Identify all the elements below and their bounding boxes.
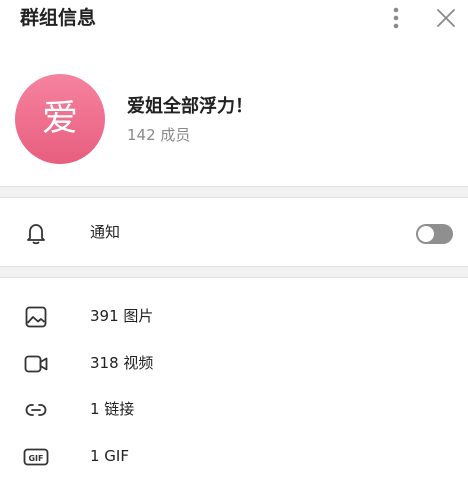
- page-title: 群组信息: [20, 7, 97, 29]
- panel-header: 群组信息: [0, 0, 468, 36]
- more-options-button[interactable]: [384, 4, 408, 32]
- media-row-videos[interactable]: 318 视频: [0, 341, 468, 385]
- media-row-links[interactable]: 1 链接: [0, 387, 468, 431]
- video-icon: [24, 355, 48, 373]
- notifications-toggle[interactable]: [416, 224, 453, 244]
- links-count: 1 链接: [90, 400, 135, 418]
- svg-text:GIF: GIF: [28, 454, 43, 463]
- gif-icon: GIF: [23, 448, 49, 466]
- member-count[interactable]: 142 成员: [127, 125, 190, 145]
- toggle-knob: [418, 226, 434, 242]
- group-name: 爱姐全部浮力！: [127, 96, 253, 117]
- photos-count: 391 图片: [90, 307, 154, 325]
- avatar[interactable]: 爱: [15, 74, 105, 164]
- media-row-photos[interactable]: 391 图片: [0, 294, 468, 338]
- videos-count: 318 视频: [90, 354, 154, 372]
- link-icon: [25, 404, 47, 416]
- gifs-count: 1 GIF: [90, 447, 129, 465]
- section-divider: [0, 266, 468, 278]
- notifications-row[interactable]: 通知: [0, 210, 468, 254]
- section-divider: [0, 186, 468, 198]
- close-icon: [437, 9, 455, 27]
- media-row-gifs[interactable]: GIF 1 GIF: [0, 434, 468, 478]
- group-profile: 爱 爱姐全部浮力！ 142 成员: [0, 60, 468, 186]
- close-button[interactable]: [433, 5, 459, 31]
- bell-icon: [27, 224, 45, 245]
- more-vertical-icon: [393, 7, 399, 29]
- notifications-label: 通知: [90, 223, 121, 241]
- image-icon: [25, 306, 47, 328]
- avatar-initial: 爱: [41, 98, 78, 139]
